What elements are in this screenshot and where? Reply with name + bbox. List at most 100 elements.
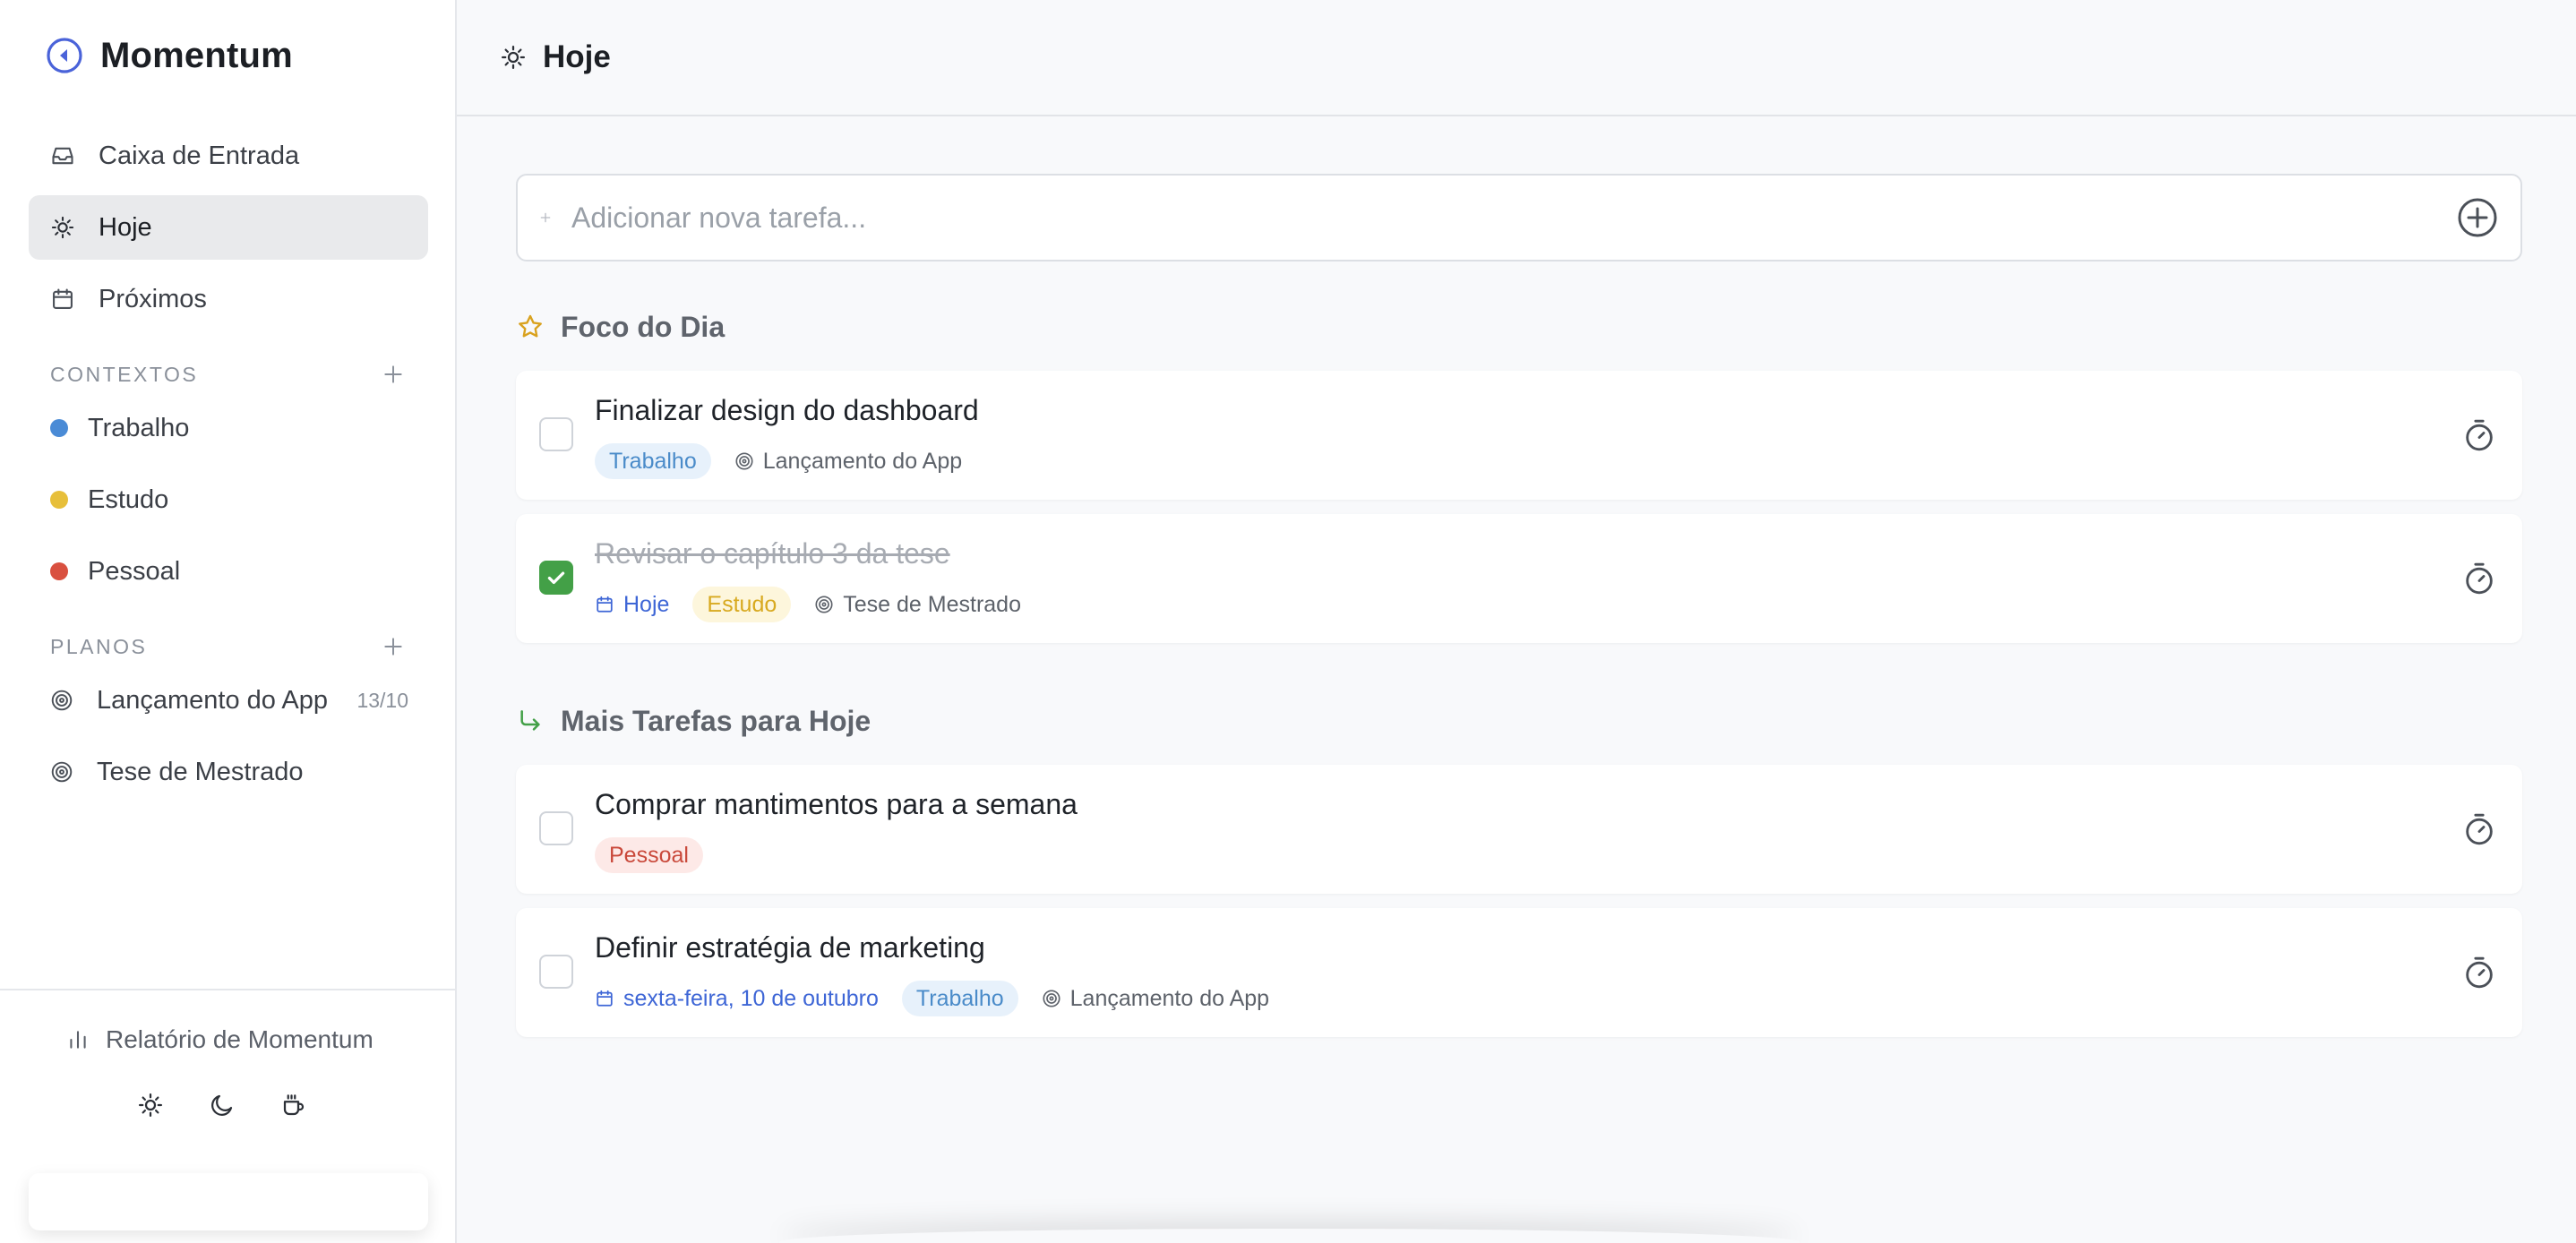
bar-chart-icon — [66, 1028, 90, 1051]
logo-icon — [45, 36, 84, 75]
calendar-icon — [597, 990, 613, 1007]
timer-icon[interactable] — [2461, 561, 2497, 596]
plan-reference-label: Tese de Mestrado — [843, 591, 1021, 617]
task-title: Comprar mantimentos para a semana — [595, 788, 1078, 820]
sidebar-footer: Relatório de Momentum — [0, 989, 455, 1243]
sun-icon — [500, 44, 527, 71]
sun-icon — [139, 1093, 162, 1117]
page-header: Hoje — [457, 0, 2576, 116]
context-tag[interactable]: Trabalho — [901, 981, 1018, 1016]
task-title: Definir estratégia de marketing — [595, 931, 985, 964]
timer-icon[interactable] — [2461, 417, 2497, 453]
due-date-label: Hoje — [623, 591, 670, 617]
coffee-icon — [283, 1094, 305, 1116]
calendar-icon — [50, 287, 75, 312]
inbox-icon — [50, 143, 75, 168]
plan-label: Tese de Mestrado — [97, 757, 304, 786]
plan-reference-label: Lançamento do App — [1069, 985, 1270, 1011]
timer-icon[interactable] — [2461, 955, 2497, 990]
add-context-button[interactable] — [378, 359, 408, 390]
context-tag[interactable]: Pessoal — [595, 837, 703, 873]
plan-reference[interactable]: Lançamento do App — [734, 449, 962, 475]
nav-item-label: Hoje — [99, 212, 152, 242]
due-date[interactable]: Hoje — [595, 592, 669, 618]
plan-reference-label: Lançamento do App — [762, 448, 963, 474]
calendar-icon — [597, 596, 613, 613]
nav-item-upcoming[interactable]: Próximos — [29, 267, 428, 331]
group-heading-more: Mais Tarefas para Hoje — [516, 700, 871, 742]
footer-card — [29, 1173, 428, 1230]
task-checkbox[interactable] — [539, 811, 573, 845]
plan-reference[interactable]: Lançamento do App — [1042, 986, 1269, 1012]
task-title: Finalizar design do dashboard — [595, 394, 979, 426]
sun-icon — [50, 215, 75, 240]
nav-item-label: Caixa de Entrada — [99, 141, 300, 170]
task-meta: Pessoal — [595, 836, 703, 874]
plans-heading-label: PLANOS — [50, 634, 148, 658]
small-plus-icon — [539, 211, 555, 224]
context-item-estudo[interactable]: Estudo — [50, 475, 168, 525]
task-meta: sexta-feira, 10 de outubro Trabalho Lanç… — [595, 980, 1269, 1017]
report-label: Relatório de Momentum — [106, 1025, 374, 1053]
add-task-button[interactable] — [2456, 196, 2499, 239]
theme-switcher — [134, 1089, 310, 1121]
add-plan-button[interactable] — [378, 631, 408, 662]
context-color-dot — [50, 419, 68, 437]
arrow-corner-down-right-icon — [516, 707, 545, 735]
task-meta: Hoje Estudo Tese de Mestrado — [595, 586, 1021, 623]
report-link[interactable]: Relatório de Momentum — [66, 1017, 374, 1062]
context-tag[interactable]: Estudo — [692, 587, 792, 622]
app-name: Momentum — [100, 35, 293, 75]
plan-label: Lançamento do App — [97, 685, 328, 715]
task-card[interactable]: Comprar mantimentos para a semana Pessoa… — [516, 765, 2522, 894]
context-color-dot — [50, 491, 68, 509]
theme-dark-button[interactable] — [206, 1089, 238, 1121]
plan-reference[interactable]: Tese de Mestrado — [814, 592, 1021, 618]
add-task-bar — [516, 174, 2522, 261]
nav-item-label: Próximos — [99, 284, 207, 313]
context-tag[interactable]: Trabalho — [595, 443, 711, 479]
context-label: Estudo — [88, 484, 169, 514]
contexts-heading: CONTEXTOS — [50, 356, 408, 392]
timer-icon[interactable] — [2461, 811, 2497, 847]
plus-circle-icon — [2458, 198, 2497, 237]
floating-panel-edge — [779, 1229, 1800, 1243]
due-date-label: sexta-feira, 10 de outubro — [623, 985, 879, 1011]
nav-item-inbox[interactable]: Caixa de Entrada — [29, 124, 428, 188]
target-icon — [815, 596, 833, 613]
group-title: Foco do Dia — [561, 310, 726, 343]
target-icon — [50, 689, 73, 712]
context-item-pessoal[interactable]: Pessoal — [50, 546, 180, 596]
star-icon — [516, 313, 545, 341]
target-icon — [735, 452, 753, 470]
plan-item-lancamento[interactable]: Lançamento do App 13/10 — [50, 675, 408, 725]
main-content: Hoje Foco do Dia Finalizar design do das… — [457, 0, 2576, 1243]
context-item-trabalho[interactable]: Trabalho — [50, 403, 189, 453]
task-card[interactable]: Finalizar design do dashboard Trabalho L… — [516, 371, 2522, 500]
target-icon — [1043, 990, 1060, 1007]
task-card[interactable]: Definir estratégia de marketing sexta-fe… — [516, 908, 2522, 1037]
context-color-dot — [50, 562, 68, 580]
theme-coffee-button[interactable] — [278, 1089, 310, 1121]
task-title: Revisar o capítulo 3 da tese — [595, 537, 950, 570]
plan-date: 13/10 — [356, 688, 408, 712]
check-icon — [547, 571, 565, 585]
group-heading-focus: Foco do Dia — [516, 306, 725, 347]
nav-item-today[interactable]: Hoje — [29, 195, 428, 260]
contexts-heading-label: CONTEXTOS — [50, 362, 199, 386]
sidebar: Momentum Caixa de Entrada Hoje Próximos … — [0, 0, 457, 1243]
task-checkbox[interactable] — [539, 561, 573, 595]
due-date[interactable]: sexta-feira, 10 de outubro — [595, 986, 879, 1012]
task-meta: Trabalho Lançamento do App — [595, 442, 962, 480]
plan-item-tese[interactable]: Tese de Mestrado — [50, 747, 408, 797]
task-card[interactable]: Revisar o capítulo 3 da tese Hoje Estudo… — [516, 514, 2522, 643]
group-title: Mais Tarefas para Hoje — [561, 704, 872, 737]
page-title: Hoje — [543, 39, 611, 74]
brand[interactable]: Momentum — [45, 34, 293, 77]
task-checkbox[interactable] — [539, 955, 573, 989]
theme-light-button[interactable] — [134, 1089, 167, 1121]
add-task-input[interactable] — [571, 201, 2456, 235]
target-icon — [50, 760, 73, 784]
moon-icon — [211, 1094, 233, 1116]
task-checkbox[interactable] — [539, 417, 573, 451]
